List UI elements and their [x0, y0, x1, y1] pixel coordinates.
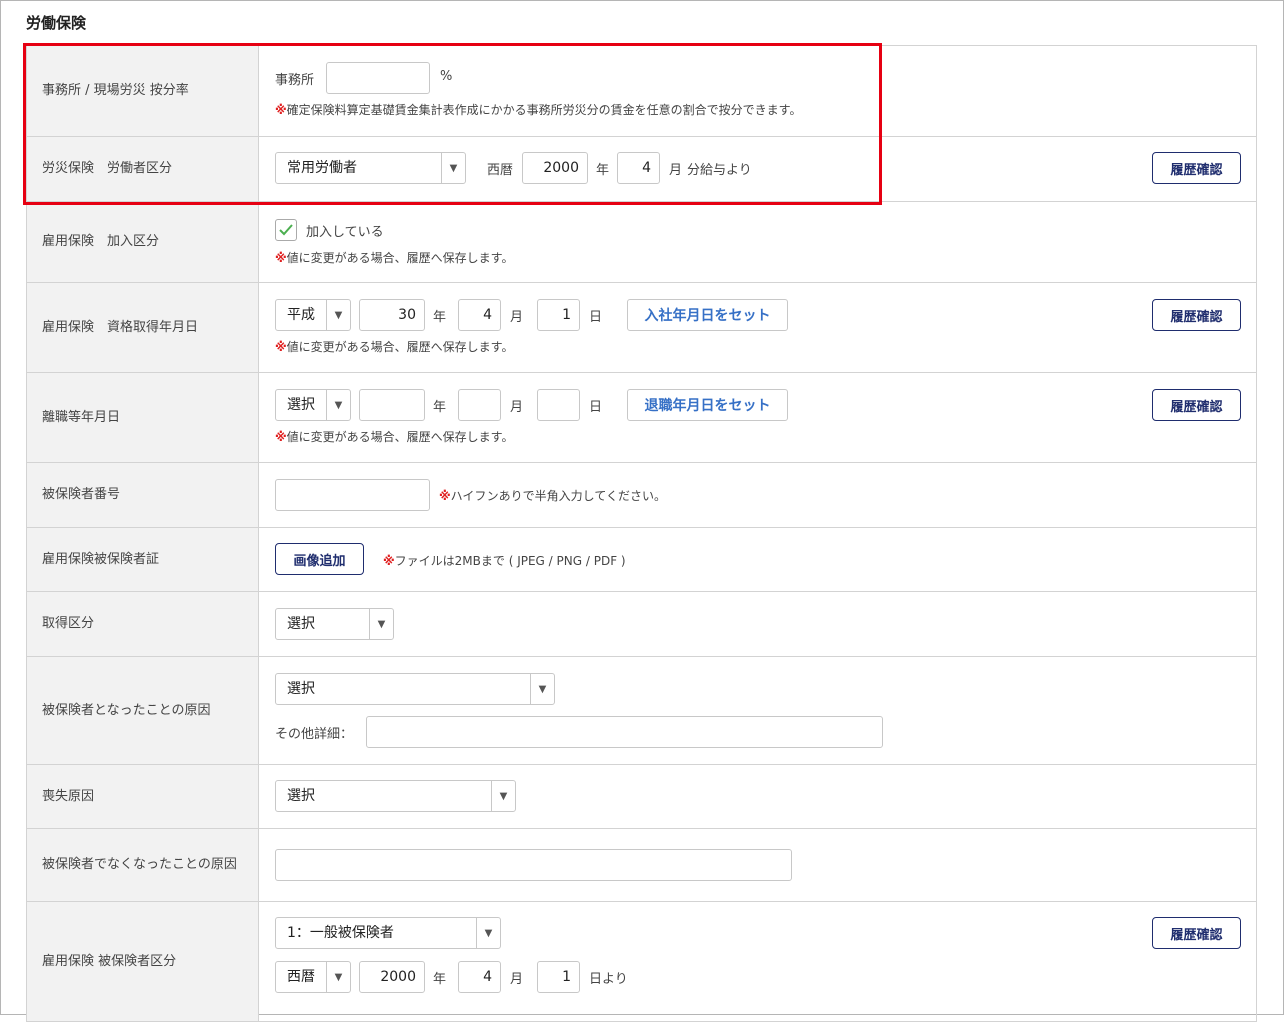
- row-acquisition-class: 取得区分 選択 ▼: [27, 592, 1256, 657]
- year-unit: 年: [433, 972, 447, 987]
- year-input[interactable]: 30: [359, 299, 425, 331]
- loss-cause-select[interactable]: 選択 ▼: [275, 780, 516, 812]
- row-label: 被保険者番号: [27, 463, 259, 527]
- acquisition-class-select[interactable]: 選択 ▼: [275, 608, 394, 640]
- office-ratio-input[interactable]: [326, 62, 430, 94]
- month-unit: 月: [669, 163, 683, 178]
- chevron-down-icon: ▼: [326, 390, 350, 420]
- history-button[interactable]: 履歴確認: [1152, 299, 1241, 331]
- month-input[interactable]: 4: [458, 961, 501, 993]
- chevron-down-icon: ▼: [476, 918, 500, 948]
- day-input[interactable]: 1: [537, 299, 580, 331]
- row-label: 喪失原因: [27, 765, 259, 828]
- day-unit: 日: [589, 310, 603, 325]
- row-label: 労災保険 労働者区分: [27, 137, 259, 201]
- era-select[interactable]: 平成 ▼: [275, 299, 351, 331]
- acquisition-note: ※値に変更がある場合、履歴へ保存します。: [275, 340, 514, 354]
- day-input[interactable]: 1: [537, 961, 580, 993]
- other-detail-input[interactable]: [366, 716, 883, 748]
- year-input[interactable]: [359, 389, 425, 421]
- row-loss-cause: 喪失原因 選択 ▼: [27, 765, 1256, 829]
- era-label: 西暦: [487, 163, 514, 178]
- era-select[interactable]: 西暦 ▼: [275, 961, 351, 993]
- row-label: 事務所 / 現場労災 按分率: [27, 46, 259, 136]
- month-input[interactable]: [458, 389, 501, 421]
- row-employment-join: 雇用保険 加入区分 加入している ※値に変更がある場合、履歴へ保存します。: [27, 202, 1256, 283]
- from-salary-label: 分給与より: [687, 163, 752, 178]
- row-label: 雇用保険 被保険者区分: [27, 902, 259, 1021]
- row-label: 離職等年月日: [27, 373, 259, 462]
- row-worker-class: 労災保険 労働者区分 常用労働者 ▼ 西暦 2000 年 4 月 分給与より 履…: [27, 137, 1256, 202]
- labor-insurance-form: 事務所 / 現場労災 按分率 事務所 % ※確定保険料算定基礎賃金集計表作成にか…: [26, 45, 1257, 1022]
- from-day-label: 日より: [589, 972, 628, 987]
- add-image-button[interactable]: 画像追加: [275, 543, 364, 575]
- chevron-down-icon: ▼: [530, 674, 554, 704]
- insured-number-input[interactable]: [275, 479, 430, 511]
- row-insured-card: 雇用保険被保険者証 画像追加 ※ファイルは2MBまで ( JPEG / PNG …: [27, 528, 1256, 592]
- insured-number-note: ※ハイフンありで半角入力してください。: [439, 489, 666, 503]
- month-unit: 月: [510, 310, 524, 325]
- chevron-down-icon: ▼: [441, 153, 465, 183]
- row-label: 雇用保険 資格取得年月日: [27, 283, 259, 372]
- row-label: 被保険者となったことの原因: [27, 657, 259, 764]
- chevron-down-icon: ▼: [491, 781, 515, 811]
- history-button[interactable]: 履歴確認: [1152, 917, 1241, 949]
- row-insured-class: 雇用保険 被保険者区分 1：一般被保険者 ▼ 履歴確認 西暦 ▼ 2000 年 …: [27, 902, 1256, 1022]
- month-unit: 月: [510, 400, 524, 415]
- joined-checkbox[interactable]: [275, 219, 297, 241]
- year-unit: 年: [433, 400, 447, 415]
- row-label: 被保険者でなくなったことの原因: [27, 829, 259, 901]
- row-label: 取得区分: [27, 592, 259, 656]
- year-input[interactable]: 2000: [359, 961, 425, 993]
- office-label: 事務所: [275, 73, 315, 88]
- chevron-down-icon: ▼: [326, 962, 350, 992]
- section-title: 労働保険: [26, 14, 87, 32]
- year-unit: 年: [433, 310, 447, 325]
- checkbox-label: 加入している: [306, 225, 384, 240]
- day-input[interactable]: [537, 389, 580, 421]
- row-insured-number: 被保険者番号 ※ハイフンありで半角入力してください。: [27, 463, 1256, 528]
- history-button[interactable]: 履歴確認: [1152, 152, 1241, 184]
- row-insured-cause: 被保険者となったことの原因 選択 ▼ その他詳細：: [27, 657, 1256, 765]
- row-acquisition-date: 雇用保険 資格取得年月日 平成 ▼ 30 年 4 月 1 日 入社年月日をセット…: [27, 283, 1256, 373]
- row-lost-cause: 被保険者でなくなったことの原因: [27, 829, 1256, 902]
- row-label: 雇用保険被保険者証: [27, 528, 259, 591]
- join-note: ※値に変更がある場合、履歴へ保存します。: [275, 251, 514, 265]
- row-office-ratio: 事務所 / 現場労災 按分率 事務所 % ※確定保険料算定基礎賃金集計表作成にか…: [27, 46, 1256, 137]
- insured-cause-select[interactable]: 選択 ▼: [275, 673, 555, 705]
- era-select[interactable]: 選択 ▼: [275, 389, 351, 421]
- history-button[interactable]: 履歴確認: [1152, 389, 1241, 421]
- percent-unit: %: [440, 69, 453, 84]
- worker-class-select[interactable]: 常用労働者 ▼: [275, 152, 466, 184]
- year-unit: 年: [596, 163, 610, 178]
- chevron-down-icon: ▼: [369, 609, 393, 639]
- ratio-note: ※確定保険料算定基礎賃金集計表作成にかかる事務所労災分の賃金を任意の割合で按分で…: [275, 103, 802, 117]
- other-detail-label: その他詳細：: [275, 727, 354, 742]
- row-label: 雇用保険 加入区分: [27, 202, 259, 282]
- month-input[interactable]: 4: [617, 152, 660, 184]
- month-unit: 月: [510, 972, 524, 987]
- lost-cause-input[interactable]: [275, 849, 792, 881]
- check-icon: [279, 224, 293, 236]
- year-input[interactable]: 2000: [522, 152, 588, 184]
- set-hire-date-button[interactable]: 入社年月日をセット: [627, 299, 788, 331]
- insured-class-select[interactable]: 1：一般被保険者 ▼: [275, 917, 501, 949]
- chevron-down-icon: ▼: [326, 300, 350, 330]
- row-leave-date: 離職等年月日 選択 ▼ 年 月 日 退職年月日をセット 履歴確認 ※値に変更があ…: [27, 373, 1256, 463]
- file-note: ※ファイルは2MBまで ( JPEG / PNG / PDF ): [383, 554, 626, 568]
- set-leave-date-button[interactable]: 退職年月日をセット: [627, 389, 788, 421]
- leave-note: ※値に変更がある場合、履歴へ保存します。: [275, 430, 514, 444]
- month-input[interactable]: 4: [458, 299, 501, 331]
- day-unit: 日: [589, 400, 603, 415]
